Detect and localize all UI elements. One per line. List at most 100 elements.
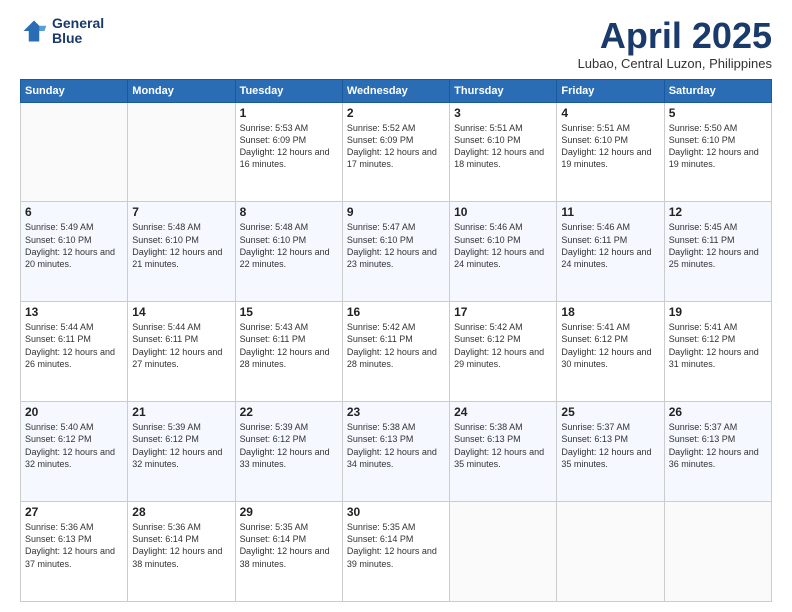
cell-info: Sunrise: 5:37 AMSunset: 6:13 PMDaylight:… [561, 421, 659, 470]
day-number: 5 [669, 106, 767, 120]
day-number: 30 [347, 505, 445, 519]
week-row-4: 20 Sunrise: 5:40 AMSunset: 6:12 PMDayligh… [21, 402, 772, 502]
week-row-3: 13 Sunrise: 5:44 AMSunset: 6:11 PMDayligh… [21, 302, 772, 402]
calendar-cell: 14Sunrise: 5:44 AMSunset: 6:11 PMDayligh… [128, 302, 235, 402]
day-header-sunday: Sunday [21, 79, 128, 102]
day-header-friday: Friday [557, 79, 664, 102]
day-header-tuesday: Tuesday [235, 79, 342, 102]
day-number: 19 [669, 305, 767, 319]
cell-info: Sunrise: 5:48 AMSunset: 6:10 PMDaylight:… [240, 221, 338, 270]
day-number: 24 [454, 405, 552, 419]
day-number: 16 [347, 305, 445, 319]
header: General Blue April 2025 Lubao, Central L… [20, 16, 772, 71]
week-row-1: 1Sunrise: 5:53 AMSunset: 6:09 PMDaylight… [21, 102, 772, 202]
day-number: 25 [561, 405, 659, 419]
cell-info: Sunrise: 5:39 AMSunset: 6:12 PMDaylight:… [132, 421, 230, 470]
week-row-2: 6 Sunrise: 5:49 AMSunset: 6:10 PMDaylight… [21, 202, 772, 302]
calendar-cell: 12Sunrise: 5:45 AMSunset: 6:11 PMDayligh… [664, 202, 771, 302]
subtitle: Lubao, Central Luzon, Philippines [578, 56, 772, 71]
calendar-cell: 22 Sunrise: 5:39 AMSunset: 6:12 PMDayligh… [235, 402, 342, 502]
cell-info: Sunrise: 5:38 AMSunset: 6:13 PMDaylight:… [347, 421, 445, 470]
day-number: 4 [561, 106, 659, 120]
logo-icon [20, 17, 48, 45]
day-number: 15 [240, 305, 338, 319]
calendar-cell: 11Sunrise: 5:46 AMSunset: 6:11 PMDayligh… [557, 202, 664, 302]
day-header-saturday: Saturday [664, 79, 771, 102]
cell-info: Sunrise: 5:37 AMSunset: 6:13 PMDaylight:… [669, 421, 767, 470]
day-number: 8 [240, 205, 338, 219]
calendar-cell: 1Sunrise: 5:53 AMSunset: 6:09 PMDaylight… [235, 102, 342, 202]
cell-info: Sunrise: 5:42 AMSunset: 6:11 PMDaylight:… [347, 321, 445, 370]
day-number: 22 [240, 405, 338, 419]
cell-info: Sunrise: 5:46 AMSunset: 6:11 PMDaylight:… [561, 221, 659, 270]
cell-info: Sunrise: 5:51 AMSunset: 6:10 PMDaylight:… [561, 122, 659, 171]
day-number: 21 [132, 405, 230, 419]
calendar-cell: 8 Sunrise: 5:48 AMSunset: 6:10 PMDaylight… [235, 202, 342, 302]
day-number: 13 [25, 305, 123, 319]
calendar-cell: 25 Sunrise: 5:37 AMSunset: 6:13 PMDayligh… [557, 402, 664, 502]
calendar-cell: 6 Sunrise: 5:49 AMSunset: 6:10 PMDaylight… [21, 202, 128, 302]
day-number: 10 [454, 205, 552, 219]
calendar-cell: 28 Sunrise: 5:36 AMSunset: 6:14 PMDayligh… [128, 502, 235, 602]
calendar-cell: 16 Sunrise: 5:42 AMSunset: 6:11 PMDayligh… [342, 302, 449, 402]
day-number: 6 [25, 205, 123, 219]
cell-info: Sunrise: 5:41 AMSunset: 6:12 PMDaylight:… [669, 321, 767, 370]
cell-info: Sunrise: 5:38 AMSunset: 6:13 PMDaylight:… [454, 421, 552, 470]
calendar-cell: 7 Sunrise: 5:48 AMSunset: 6:10 PMDaylight… [128, 202, 235, 302]
cell-info: Sunrise: 5:42 AMSunset: 6:12 PMDaylight:… [454, 321, 552, 370]
day-number: 3 [454, 106, 552, 120]
day-number: 28 [132, 505, 230, 519]
calendar-cell: 17 Sunrise: 5:42 AMSunset: 6:12 PMDayligh… [450, 302, 557, 402]
calendar-cell: 4 Sunrise: 5:51 AMSunset: 6:10 PMDaylight… [557, 102, 664, 202]
cell-info: Sunrise: 5:48 AMSunset: 6:10 PMDaylight:… [132, 221, 230, 270]
day-header-thursday: Thursday [450, 79, 557, 102]
cell-info: Sunrise: 5:49 AMSunset: 6:10 PMDaylight:… [25, 221, 123, 270]
day-number: 27 [25, 505, 123, 519]
cell-info: Sunrise: 5:46 AMSunset: 6:10 PMDaylight:… [454, 221, 552, 270]
cell-info: Sunrise: 5:53 AMSunset: 6:09 PMDaylight:… [240, 122, 338, 171]
cell-info: Sunrise: 5:44 AMSunset: 6:11 PMDaylight:… [132, 321, 230, 370]
calendar-cell [128, 102, 235, 202]
calendar-cell [664, 502, 771, 602]
title-block: April 2025 Lubao, Central Luzon, Philipp… [578, 16, 772, 71]
calendar-cell: 13 Sunrise: 5:44 AMSunset: 6:11 PMDayligh… [21, 302, 128, 402]
cell-info: Sunrise: 5:35 AMSunset: 6:14 PMDaylight:… [347, 521, 445, 570]
logo-text: General Blue [52, 16, 104, 47]
calendar-cell: 26 Sunrise: 5:37 AMSunset: 6:13 PMDayligh… [664, 402, 771, 502]
cell-info: Sunrise: 5:36 AMSunset: 6:14 PMDaylight:… [132, 521, 230, 570]
cell-info: Sunrise: 5:51 AMSunset: 6:10 PMDaylight:… [454, 122, 552, 171]
day-number: 17 [454, 305, 552, 319]
calendar-cell: 29Sunrise: 5:35 AMSunset: 6:14 PMDayligh… [235, 502, 342, 602]
day-header-wednesday: Wednesday [342, 79, 449, 102]
calendar-cell: 18 Sunrise: 5:41 AMSunset: 6:12 PMDayligh… [557, 302, 664, 402]
day-number: 12 [669, 205, 767, 219]
calendar-cell [557, 502, 664, 602]
day-number: 18 [561, 305, 659, 319]
day-number: 7 [132, 205, 230, 219]
cell-info: Sunrise: 5:44 AMSunset: 6:11 PMDaylight:… [25, 321, 123, 370]
week-row-5: 27Sunrise: 5:36 AMSunset: 6:13 PMDayligh… [21, 502, 772, 602]
calendar-cell: 19 Sunrise: 5:41 AMSunset: 6:12 PMDayligh… [664, 302, 771, 402]
calendar-cell [21, 102, 128, 202]
cell-info: Sunrise: 5:47 AMSunset: 6:10 PMDaylight:… [347, 221, 445, 270]
calendar-table: SundayMondayTuesdayWednesdayThursdayFrid… [20, 79, 772, 602]
day-number: 23 [347, 405, 445, 419]
calendar-cell: 9 Sunrise: 5:47 AMSunset: 6:10 PMDaylight… [342, 202, 449, 302]
cell-info: Sunrise: 5:52 AMSunset: 6:09 PMDaylight:… [347, 122, 445, 171]
day-number: 20 [25, 405, 123, 419]
day-number: 26 [669, 405, 767, 419]
cell-info: Sunrise: 5:43 AMSunset: 6:11 PMDaylight:… [240, 321, 338, 370]
cell-info: Sunrise: 5:39 AMSunset: 6:12 PMDaylight:… [240, 421, 338, 470]
calendar-cell: 5Sunrise: 5:50 AMSunset: 6:10 PMDaylight… [664, 102, 771, 202]
calendar-cell: 23 Sunrise: 5:38 AMSunset: 6:13 PMDayligh… [342, 402, 449, 502]
page: General Blue April 2025 Lubao, Central L… [0, 0, 792, 612]
calendar-cell: 21 Sunrise: 5:39 AMSunset: 6:12 PMDayligh… [128, 402, 235, 502]
cell-info: Sunrise: 5:40 AMSunset: 6:12 PMDaylight:… [25, 421, 123, 470]
calendar-cell: 27Sunrise: 5:36 AMSunset: 6:13 PMDayligh… [21, 502, 128, 602]
calendar-cell: 3 Sunrise: 5:51 AMSunset: 6:10 PMDaylight… [450, 102, 557, 202]
calendar-cell [450, 502, 557, 602]
calendar-cell: 10 Sunrise: 5:46 AMSunset: 6:10 PMDayligh… [450, 202, 557, 302]
calendar-cell: 2Sunrise: 5:52 AMSunset: 6:09 PMDaylight… [342, 102, 449, 202]
cell-info: Sunrise: 5:41 AMSunset: 6:12 PMDaylight:… [561, 321, 659, 370]
day-number: 9 [347, 205, 445, 219]
